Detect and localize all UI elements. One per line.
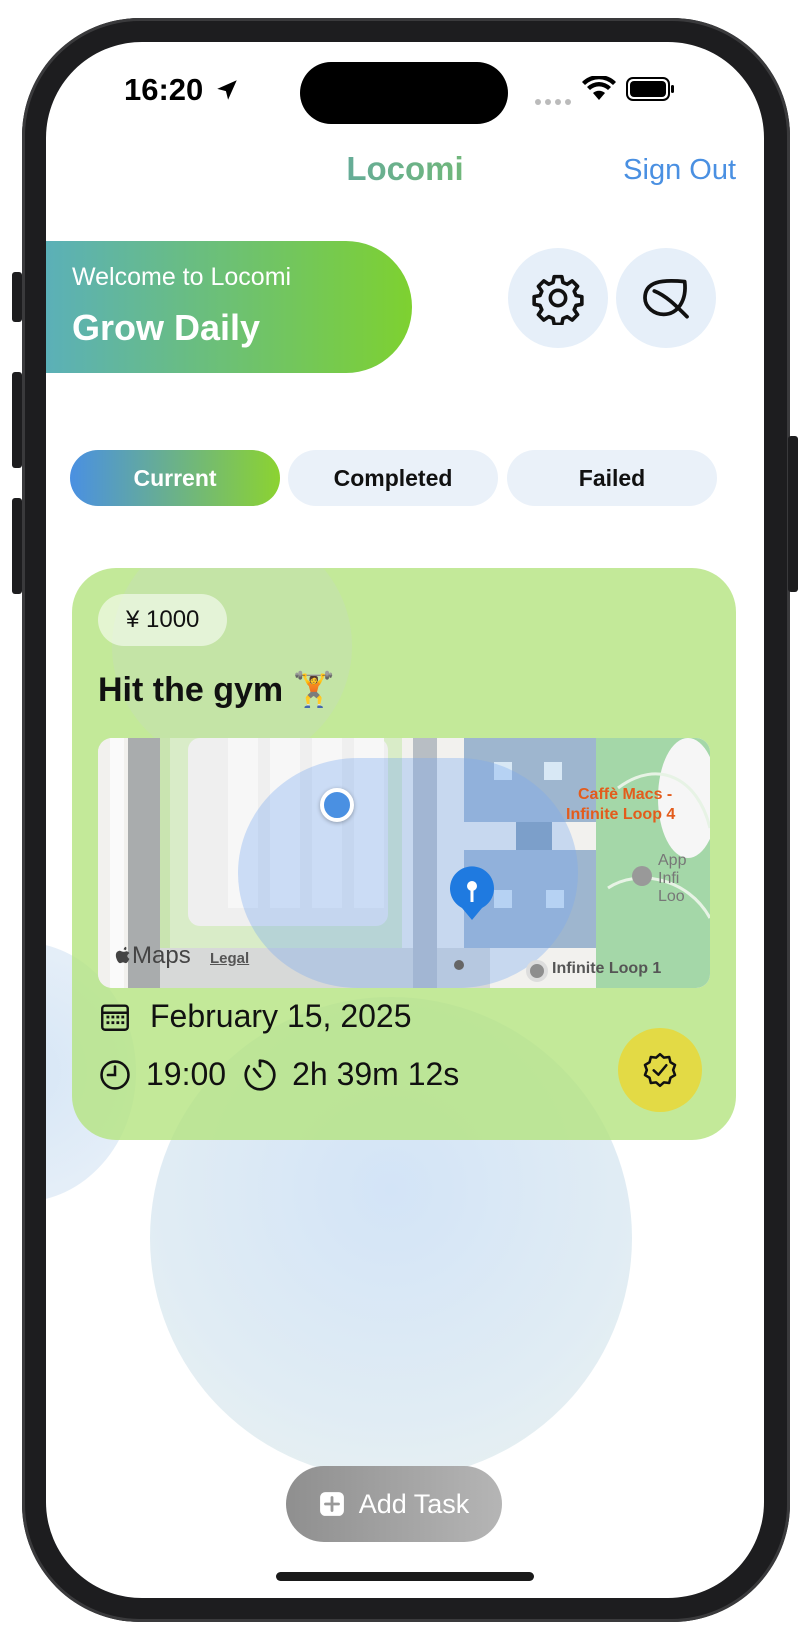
task-time: 19:00 (146, 1056, 227, 1092)
tab-completed[interactable]: Completed (288, 450, 498, 506)
maps-label: Maps (132, 942, 191, 969)
task-date: February 15, 2025 (150, 998, 412, 1034)
map-poi-app-2: Infi (658, 870, 680, 887)
signal-icon (534, 94, 574, 112)
location-arrow-icon (217, 80, 237, 100)
wifi-icon (582, 74, 616, 107)
volume-up-button (12, 372, 22, 468)
task-time-row: 19:00 2h 39m 12s (98, 1056, 459, 1093)
map-street-label: Infinite Loop 1 (552, 960, 662, 977)
volume-down-button (12, 498, 22, 594)
leaf-icon (643, 279, 689, 319)
silent-switch (12, 272, 22, 322)
building-icon (632, 866, 652, 886)
task-date-row: February 15, 2025 (98, 998, 412, 1035)
welcome-subtitle: Welcome to Locomi (72, 263, 292, 291)
clock-icon (100, 1059, 130, 1090)
street-marker-icon (526, 960, 548, 982)
task-remaining: 2h 39m 12s (292, 1056, 460, 1092)
plus-square-icon (319, 1492, 344, 1516)
maps-attribution: Maps (114, 942, 191, 970)
task-card[interactable]: ¥ 1000 Hit the gym 🏋️ Caffè Macs - Infin… (72, 568, 736, 1140)
app-screen: 16:20 Locomi Sign Out Welcome to Locomi … (46, 42, 764, 1598)
user-location-dot (320, 788, 354, 822)
map-poi-cafe-sub: Infinite Loop 4 (566, 806, 676, 823)
task-title: Hit the gym 🏋️ (98, 671, 335, 709)
verified-check-icon (643, 1052, 677, 1088)
reward-badge: ¥ 1000 (98, 594, 228, 646)
map-legal-link[interactable]: Legal (210, 950, 249, 967)
map-poi-cafe: Caffè Macs - (578, 786, 673, 803)
status-time: 16:20 (124, 72, 240, 108)
settings-button[interactable] (508, 248, 608, 348)
map-small-dot (454, 960, 464, 970)
tab-failed[interactable]: Failed (507, 450, 717, 506)
timer-icon (244, 1058, 276, 1091)
add-task-button[interactable]: Add Task (286, 1466, 502, 1542)
tab-current[interactable]: Current (70, 450, 280, 506)
dynamic-island (300, 62, 508, 124)
leaf-button[interactable] (616, 248, 716, 348)
map-poi-app-3: Loo (658, 888, 685, 905)
add-task-label: Add Task (358, 1488, 470, 1519)
gear-icon (532, 274, 584, 325)
power-button (788, 436, 798, 592)
welcome-title: Grow Daily (72, 307, 261, 348)
task-map[interactable]: Caffè Macs - Infinite Loop 4 App Infi Lo… (98, 738, 710, 988)
battery-icon (626, 76, 676, 107)
welcome-banner: Welcome to Locomi Grow Daily (46, 241, 412, 373)
apple-logo-icon (115, 946, 130, 964)
calendar-icon (101, 1003, 129, 1031)
map-pin-icon[interactable] (448, 866, 496, 927)
map-poi-app-1: App (658, 852, 687, 869)
complete-task-button[interactable] (618, 1028, 702, 1112)
sign-out-button[interactable]: Sign Out (623, 154, 736, 187)
home-indicator[interactable] (276, 1572, 534, 1581)
